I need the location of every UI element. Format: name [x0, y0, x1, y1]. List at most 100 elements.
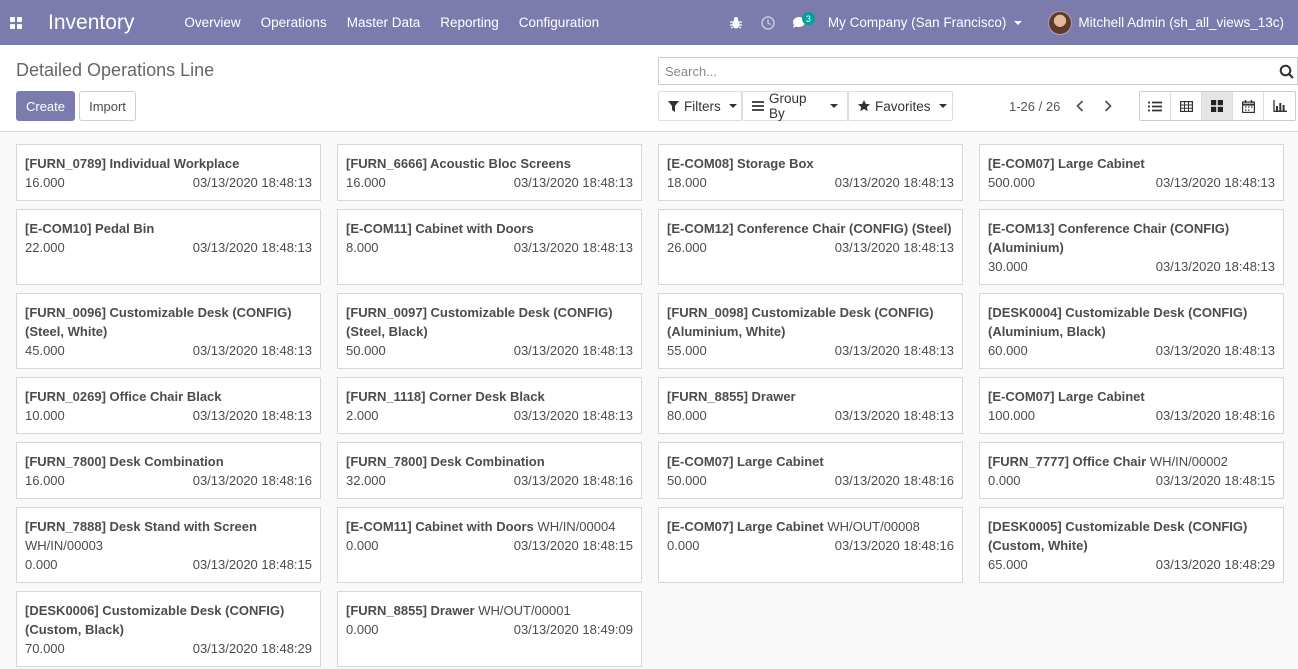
import-button[interactable]: Import	[79, 91, 136, 121]
kanban-card[interactable]: [E-COM10] Pedal Bin 22.000 03/13/2020 18:4…	[16, 209, 321, 285]
kanban-card[interactable]: [FURN_0098] Customizable Desk (CONFIG) (…	[658, 293, 963, 369]
card-date: 03/13/2020 18:48:13	[1155, 343, 1275, 358]
kanban-card[interactable]: [FURN_7888] Desk Stand with Screen WH/IN…	[16, 507, 321, 583]
graph-view-icon[interactable]	[1264, 92, 1295, 120]
kanban-card[interactable]: [DESK0005] Customizable Desk (CONFIG) (C…	[979, 507, 1284, 583]
main-menu: Overview Operations Master Data Reportin…	[174, 0, 609, 45]
menu-master-data[interactable]: Master Data	[337, 0, 431, 45]
card-footer: 8.000 03/13/2020 18:48:13	[346, 238, 633, 257]
grid-view-icon[interactable]	[1171, 92, 1202, 120]
calendar-view-icon[interactable]	[1233, 92, 1264, 120]
group-by-label: Group By	[769, 91, 807, 121]
kanban-card[interactable]: [E-COM07] Large Cabinet 100.000 03/13/2020…	[979, 377, 1284, 434]
kanban-card[interactable]: [FURN_8855] Drawer 80.000 03/13/2020 18:48…	[658, 377, 963, 434]
user-menu[interactable]: Mitchell Admin (sh_all_views_13c)	[1032, 10, 1298, 35]
card-title: [E-COM07] Large Cabinet WH/OUT/00008	[667, 517, 954, 536]
card-footer: 0.000 03/13/2020 18:49:09	[346, 620, 633, 639]
card-date: 03/13/2020 18:48:13	[192, 175, 312, 190]
card-title: [E-COM12] Conference Chair (CONFIG) (Ste…	[667, 219, 954, 238]
kanban-card[interactable]: [E-COM13] Conference Chair (CONFIG) (Alu…	[979, 209, 1284, 285]
card-product: [FURN_8855] Drawer	[346, 603, 475, 618]
kanban-card[interactable]: [FURN_7800] Desk Combination 16.000 03/13/…	[16, 442, 321, 499]
create-button[interactable]: Create	[16, 91, 75, 121]
card-footer: 2.000 03/13/2020 18:48:13	[346, 406, 633, 425]
card-product: [DESK0006] Customizable Desk (CONFIG) (C…	[25, 603, 285, 637]
kanban-card[interactable]: [E-COM08] Storage Box 18.000 03/13/2020 18…	[658, 144, 963, 201]
list-view-icon[interactable]	[1140, 92, 1171, 120]
filters-button[interactable]: Filters	[658, 91, 742, 121]
kanban-card[interactable]: [E-COM07] Large Cabinet WH/OUT/00008 0.00…	[658, 507, 963, 583]
kanban-card[interactable]: [FURN_1118] Corner Desk Black 2.000 03/13/…	[337, 377, 642, 434]
search-input[interactable]	[659, 58, 1275, 84]
card-reference: WH/IN/00003	[25, 538, 104, 553]
card-product: [E-COM08] Storage Box	[667, 156, 814, 171]
group-by-button[interactable]: Group By	[742, 91, 848, 121]
chevron-down-icon	[728, 104, 737, 108]
card-product: [FURN_0098] Customizable Desk (CONFIG) (…	[667, 305, 934, 339]
menu-operations[interactable]: Operations	[251, 0, 337, 45]
card-title: [DESK0006] Customizable Desk (CONFIG) (C…	[25, 601, 312, 639]
kanban-card[interactable]: [FURN_0097] Customizable Desk (CONFIG) (…	[337, 293, 642, 369]
messages-icon[interactable]: 3	[784, 0, 816, 45]
kanban-card[interactable]: [FURN_7800] Desk Combination 32.000 03/13/…	[337, 442, 642, 499]
card-title: [E-COM07] Large Cabinet	[667, 452, 954, 471]
company-switcher[interactable]: My Company (San Francisco)	[816, 15, 1033, 30]
card-product: [E-COM13] Conference Chair (CONFIG) (Alu…	[988, 221, 1230, 255]
card-quantity: 0.000	[25, 557, 58, 572]
kanban-card[interactable]: [FURN_0096] Customizable Desk (CONFIG) (…	[16, 293, 321, 369]
kanban-card[interactable]: [E-COM11] Cabinet with Doors WH/IN/00004…	[337, 507, 642, 583]
card-quantity: 26.000	[667, 240, 707, 255]
menu-configuration[interactable]: Configuration	[509, 0, 609, 45]
kanban-card[interactable]: [E-COM12] Conference Chair (CONFIG) (Ste…	[658, 209, 963, 285]
card-title: [FURN_0269] Office Chair Black	[25, 387, 312, 406]
kanban-card[interactable]: [FURN_0789] Individual Workplace 16.000 03…	[16, 144, 321, 201]
card-date: 03/13/2020 18:48:16	[192, 473, 312, 488]
card-quantity: 80.000	[667, 408, 707, 423]
card-product: [FURN_7800] Desk Combination	[25, 454, 224, 469]
card-title: [E-COM07] Large Cabinet	[988, 387, 1275, 406]
kanban-card[interactable]: [E-COM07] Large Cabinet 500.000 03/13/2020…	[979, 144, 1284, 201]
card-quantity: 55.000	[667, 343, 707, 358]
search-box	[658, 57, 1298, 85]
company-name: My Company (San Francisco)	[827, 15, 1007, 30]
menu-reporting[interactable]: Reporting	[430, 0, 509, 45]
card-date: 03/13/2020 18:48:13	[192, 408, 312, 423]
kanban-view-icon[interactable]	[1202, 92, 1233, 120]
card-title: [FURN_0097] Customizable Desk (CONFIG) (…	[346, 303, 633, 341]
pager-previous-icon[interactable]	[1066, 91, 1094, 121]
kanban-card[interactable]: [DESK0004] Customizable Desk (CONFIG) (A…	[979, 293, 1284, 369]
card-quantity: 10.000	[25, 408, 65, 423]
card-quantity: 100.000	[988, 408, 1035, 423]
apps-menu-icon[interactable]	[0, 0, 32, 45]
card-reference: WH/IN/00004	[537, 519, 616, 534]
search-icon[interactable]	[1275, 58, 1297, 84]
app-brand[interactable]: Inventory	[48, 11, 134, 35]
kanban-card[interactable]: [E-COM11] Cabinet with Doors 8.000 03/13/2…	[337, 209, 642, 285]
activity-clock-icon[interactable]	[752, 0, 784, 45]
card-product: [FURN_0789] Individual Workplace	[25, 156, 240, 171]
kanban-card[interactable]: [DESK0006] Customizable Desk (CONFIG) (C…	[16, 591, 321, 667]
favorites-button[interactable]: Favorites	[848, 91, 953, 121]
card-footer: 0.000 03/13/2020 18:48:15	[988, 471, 1275, 490]
pager-next-icon[interactable]	[1094, 91, 1122, 121]
card-date: 03/13/2020 18:48:16	[834, 473, 954, 488]
kanban-card[interactable]: [E-COM07] Large Cabinet 50.000 03/13/2020 …	[658, 442, 963, 499]
card-date: 03/13/2020 18:48:13	[513, 343, 633, 358]
debug-bug-icon[interactable]	[720, 0, 752, 45]
card-title: [E-COM11] Cabinet with Doors	[346, 219, 633, 238]
card-reference: WH/IN/00002	[1149, 454, 1228, 469]
card-reference: WH/OUT/00008	[827, 519, 920, 534]
navbar-right: 3 My Company (San Francisco) Mitchell Ad…	[720, 0, 1298, 45]
kanban-card[interactable]: [FURN_6666] Acoustic Bloc Screens 16.000 0…	[337, 144, 642, 201]
pager-value[interactable]: 1-26 / 26	[1009, 99, 1060, 114]
card-product: [FURN_7800] Desk Combination	[346, 454, 545, 469]
kanban-card[interactable]: [FURN_8855] Drawer WH/OUT/00001 0.000 03/1…	[337, 591, 642, 667]
card-product: [FURN_6666] Acoustic Bloc Screens	[346, 156, 571, 171]
menu-overview[interactable]: Overview	[174, 0, 250, 45]
card-title: [FURN_8855] Drawer WH/OUT/00001	[346, 601, 633, 620]
card-quantity: 45.000	[25, 343, 65, 358]
kanban-card[interactable]: [FURN_0269] Office Chair Black 10.000 03/1…	[16, 377, 321, 434]
card-footer: 65.000 03/13/2020 18:48:29	[988, 555, 1275, 574]
kanban-card[interactable]: [FURN_7777] Office Chair WH/IN/00002 0.00…	[979, 442, 1284, 499]
card-product: [DESK0005] Customizable Desk (CONFIG) (C…	[988, 519, 1248, 553]
